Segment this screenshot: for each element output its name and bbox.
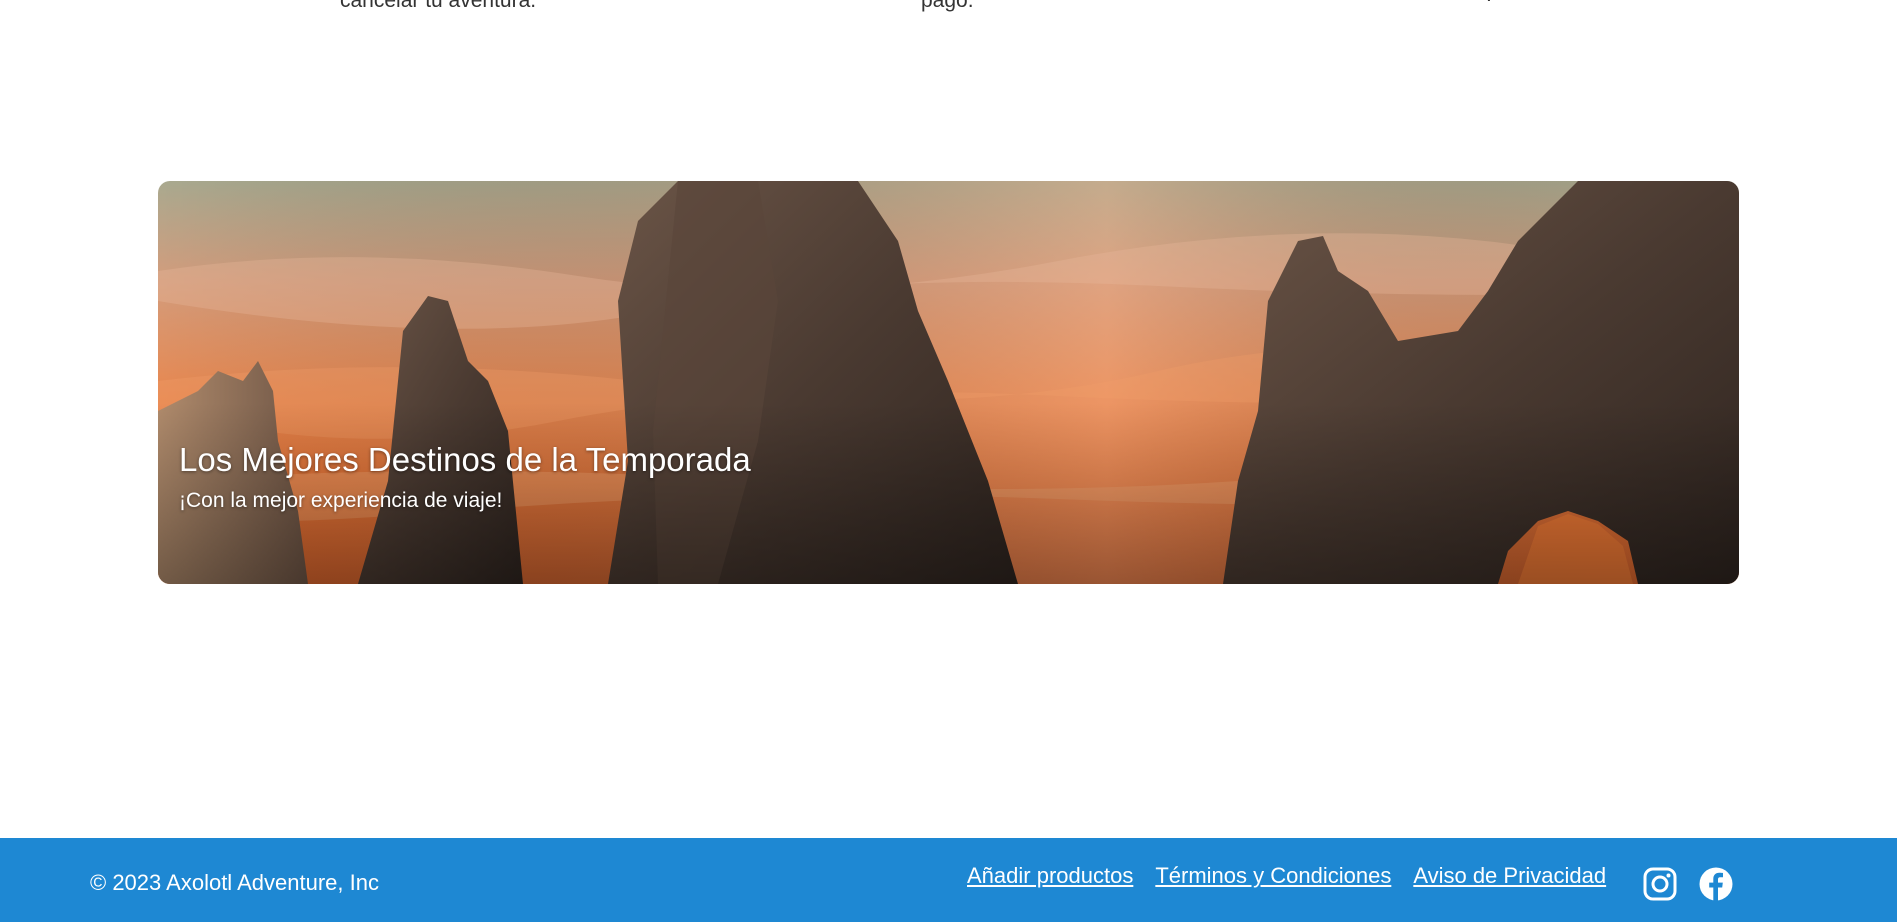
instagram-icon[interactable] bbox=[1642, 866, 1678, 902]
copyright-text: © 2023 Axolotl Adventure, Inc bbox=[90, 870, 379, 895]
privacy-link[interactable]: Aviso de Privacidad bbox=[1413, 862, 1606, 890]
feature-text: . bbox=[1486, 0, 1492, 8]
page: cancelar tu aventura. pago. . bbox=[0, 0, 1897, 922]
hero-banner: Los Mejores Destinos de la Temporada ¡Co… bbox=[158, 181, 1739, 584]
feature-text: pago. bbox=[921, 0, 974, 12]
facebook-icon[interactable] bbox=[1698, 866, 1734, 902]
site-footer: © 2023 Axolotl Adventure, Inc Añadir pro… bbox=[0, 838, 1897, 922]
feature-text: cancelar tu aventura. bbox=[340, 0, 537, 12]
banner-title: Los Mejores Destinos de la Temporada bbox=[179, 441, 751, 478]
banner-image bbox=[158, 181, 1739, 584]
features-section: cancelar tu aventura. pago. . bbox=[0, 0, 1897, 18]
banner-subtitle: ¡Con la mejor experiencia de viaje! bbox=[179, 489, 503, 512]
footer-nav: Añadir productos Términos y Condiciones … bbox=[967, 862, 1606, 890]
add-products-link[interactable]: Añadir productos bbox=[967, 862, 1133, 890]
terms-link[interactable]: Términos y Condiciones bbox=[1155, 862, 1391, 890]
